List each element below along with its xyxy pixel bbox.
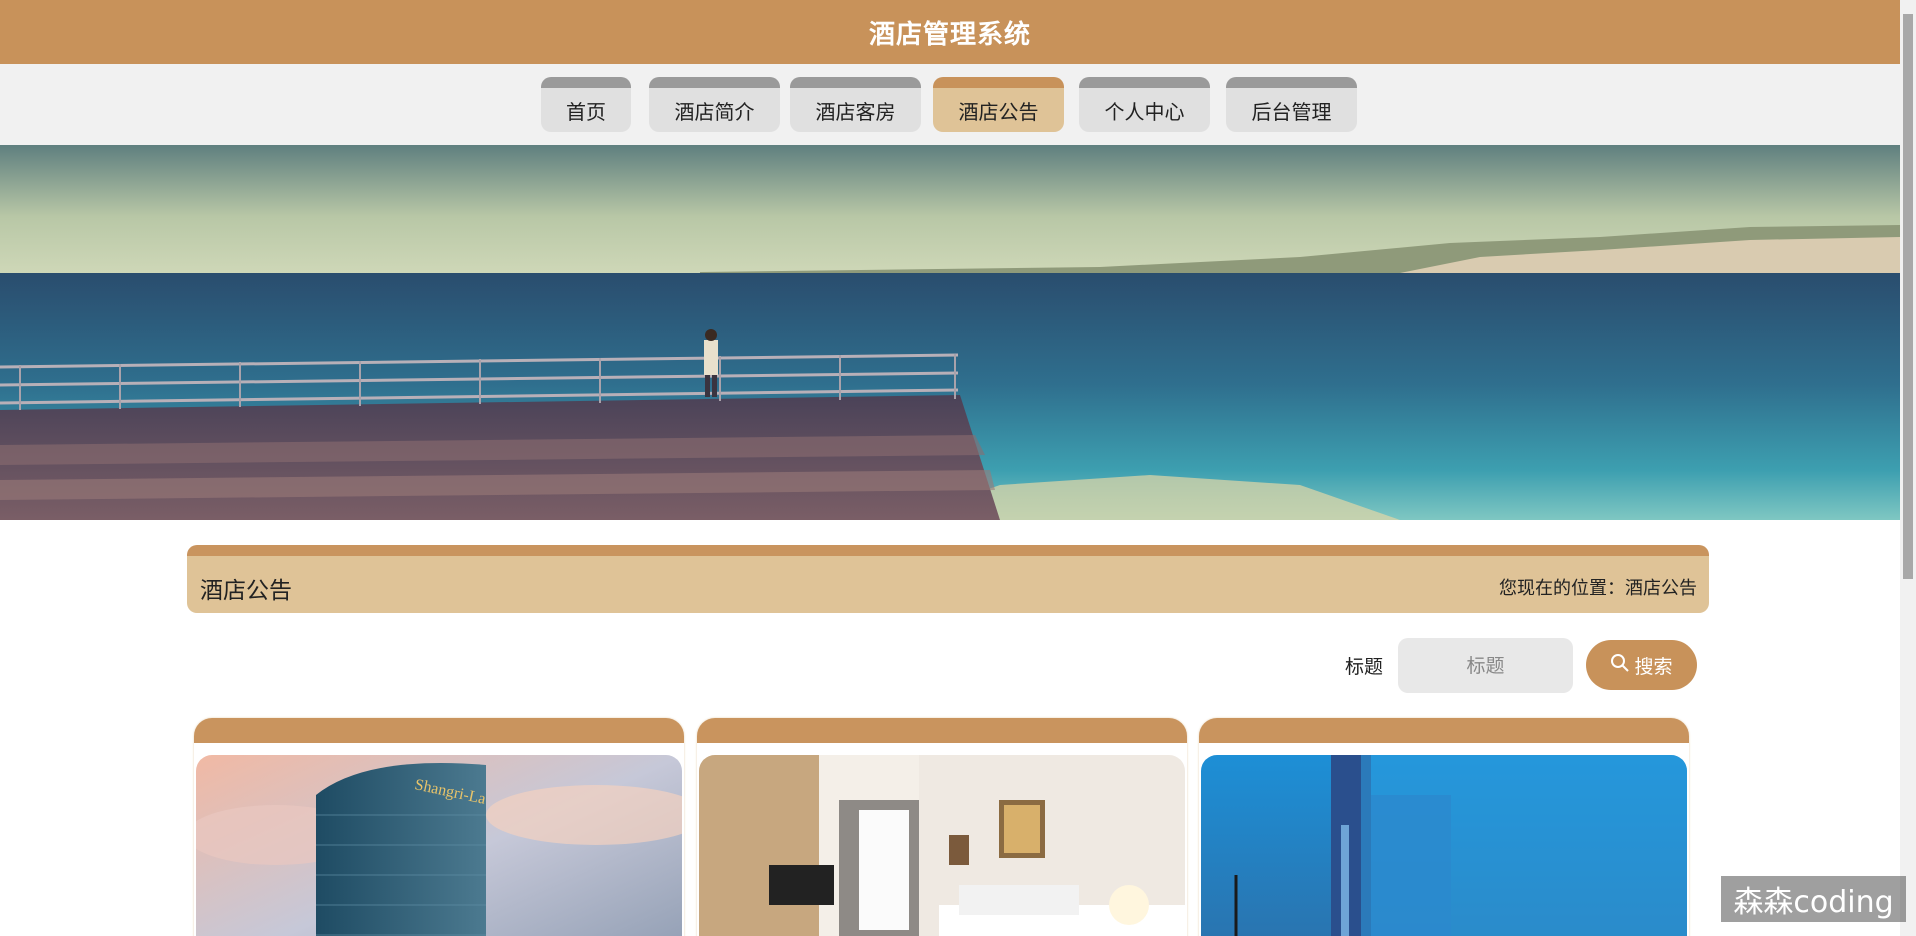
search-label: 标题	[1345, 656, 1384, 678]
main-nav: 首页 酒店简介 酒店客房 酒店公告 个人中心 后台管理	[0, 64, 1900, 145]
nav-item-home[interactable]: 首页	[541, 77, 631, 132]
notice-card[interactable]	[697, 718, 1187, 936]
search-input[interactable]	[1398, 638, 1573, 693]
scrollbar-thumb[interactable]	[1903, 14, 1913, 579]
breadcrumb: 您现在的位置：酒店公告	[1499, 578, 1697, 599]
page: 酒店管理系统 首页 酒店简介 酒店客房 酒店公告 个人中心 后台管理 酒店公告 …	[0, 0, 1916, 936]
watermark: 森森coding	[1721, 876, 1906, 922]
notice-card[interactable]	[1199, 718, 1689, 936]
nav-item-personal-center[interactable]: 个人中心	[1079, 77, 1210, 132]
nav-item-hotel-intro[interactable]: 酒店简介	[649, 77, 780, 132]
section-title: 酒店公告	[200, 578, 292, 604]
site-title: 酒店管理系统	[868, 19, 1031, 50]
hotel-room-image	[699, 755, 1185, 936]
blurred-building-image	[1201, 755, 1687, 936]
search-button-label: 搜索	[1634, 655, 1673, 678]
vertical-scrollbar[interactable]	[1900, 0, 1916, 936]
nav-item-hotel-rooms[interactable]: 酒店客房	[790, 77, 921, 132]
nav-item-admin[interactable]: 后台管理	[1226, 77, 1357, 132]
search-icon	[1610, 653, 1630, 678]
site-header: 酒店管理系统	[0, 0, 1900, 64]
banner-image	[0, 145, 1900, 520]
nav-item-hotel-notices[interactable]: 酒店公告	[933, 77, 1064, 132]
notice-card[interactable]: Shangri-La	[194, 718, 684, 936]
search-button[interactable]: 搜索	[1586, 640, 1697, 690]
section-header: 酒店公告 您现在的位置：酒店公告	[187, 545, 1709, 613]
hotel-tower-image: Shangri-La	[196, 755, 682, 936]
